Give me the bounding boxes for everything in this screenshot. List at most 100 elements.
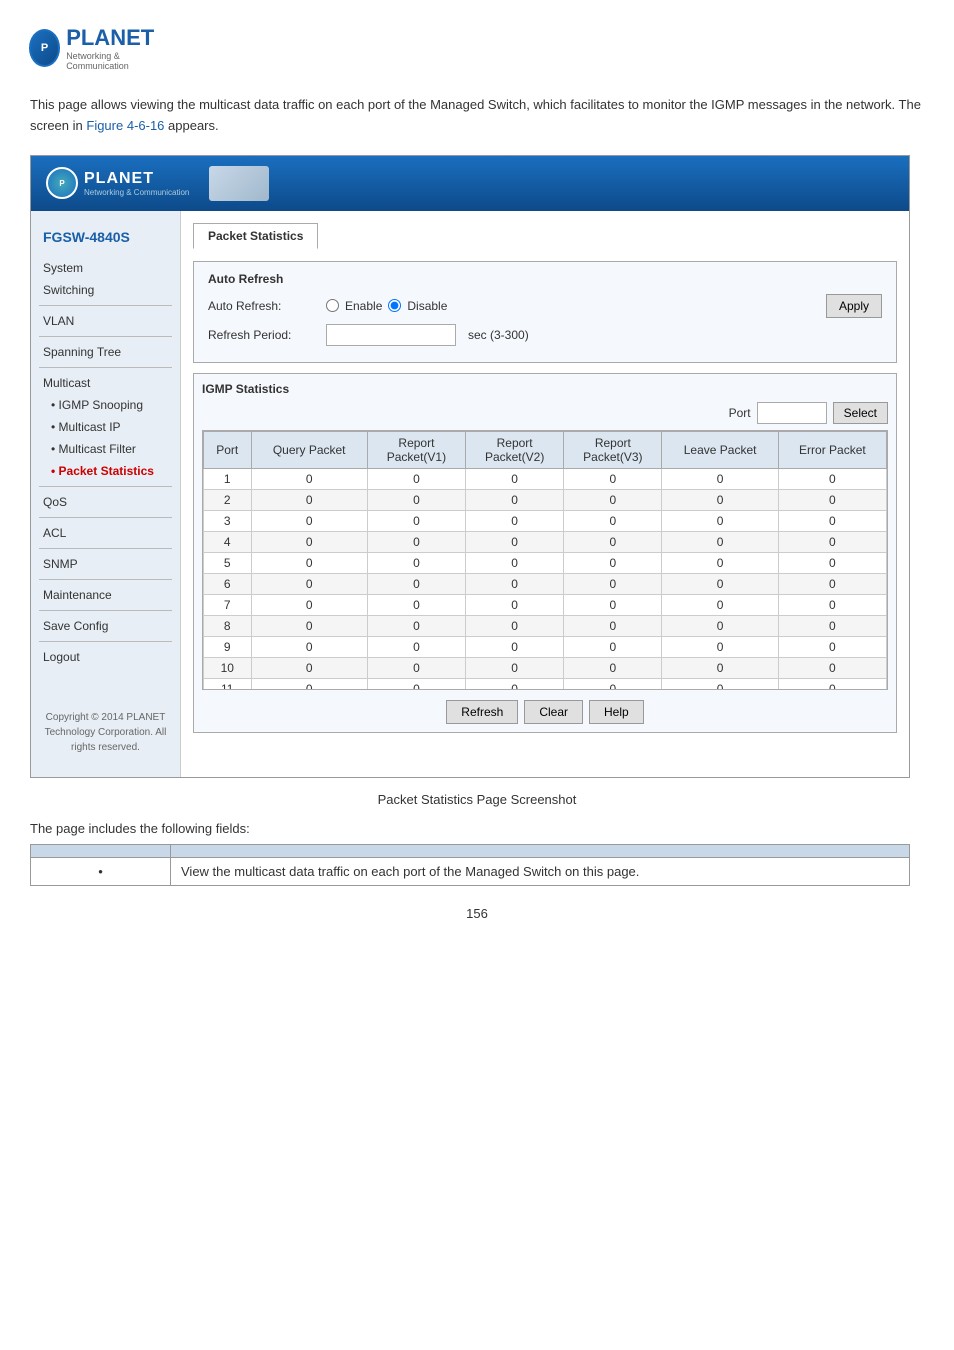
figure-link[interactable]: Figure 4-6-16 [86, 118, 164, 133]
table-cell: 1 [204, 468, 252, 489]
table-cell: 0 [662, 573, 778, 594]
sidebar-item-save-config[interactable]: Save Config [31, 615, 180, 637]
table-cell: 3 [204, 510, 252, 531]
table-cell: 0 [466, 636, 564, 657]
sidebar-item-multicast[interactable]: Multicast [31, 372, 180, 394]
table-cell: 0 [251, 573, 367, 594]
fields-col1-header [31, 844, 171, 857]
table-cell: 0 [367, 594, 465, 615]
table-cell: 10 [204, 657, 252, 678]
sidebar-item-switching[interactable]: Switching [31, 279, 180, 301]
fields-table: • View the multicast data traffic on eac… [30, 844, 910, 886]
table-cell: 0 [778, 636, 886, 657]
sidebar-divider-3 [39, 367, 172, 368]
tab-packet-statistics[interactable]: Packet Statistics [193, 223, 318, 249]
table-cell: 0 [367, 657, 465, 678]
col-header-error: Error Packet [778, 431, 886, 468]
panel-logo-text: PLANET [84, 170, 189, 188]
fields-table-body: • View the multicast data traffic on eac… [31, 857, 910, 885]
table-cell: 0 [466, 468, 564, 489]
enable-label: Enable [345, 299, 382, 313]
enable-radio[interactable] [326, 299, 339, 312]
table-cell: 0 [662, 531, 778, 552]
table-cell: 8 [204, 615, 252, 636]
col-header-report-v3: ReportPacket(V3) [564, 431, 662, 468]
main-content: Packet Statistics Auto Refresh Auto Refr… [181, 211, 909, 777]
disable-label: Disable [407, 299, 447, 313]
table-cell: 5 [204, 552, 252, 573]
table-row: 1000000 [204, 468, 887, 489]
table-cell: 0 [564, 468, 662, 489]
help-button[interactable]: Help [589, 700, 644, 724]
panel-logo: P PLANET Networking & Communication [46, 167, 189, 199]
logo-text: PLANET [66, 25, 161, 51]
table-cell: 0 [662, 678, 778, 690]
igmp-statistics-section: IGMP Statistics Port Select Port Quer [193, 373, 897, 733]
apply-button[interactable]: Apply [826, 294, 882, 318]
table-cell: 0 [367, 615, 465, 636]
table-cell: 0 [662, 615, 778, 636]
sidebar-item-qos[interactable]: QoS [31, 491, 180, 513]
top-logo-area: P PLANET Networking & Communication [30, 20, 924, 75]
table-row: 7000000 [204, 594, 887, 615]
col-header-report-v1: ReportPacket(V1) [367, 431, 465, 468]
tab-bar: Packet Statistics [193, 223, 897, 249]
clear-button[interactable]: Clear [524, 700, 583, 724]
fields-bullet-cell: • [31, 857, 171, 885]
table-cell: 0 [564, 573, 662, 594]
sidebar-item-snmp[interactable]: SNMP [31, 553, 180, 575]
table-cell: 0 [662, 594, 778, 615]
table-cell: 0 [466, 615, 564, 636]
refresh-period-label: Refresh Period: [208, 328, 318, 342]
table-row: 11000000 [204, 678, 887, 690]
table-row: 10000000 [204, 657, 887, 678]
sidebar-divider-8 [39, 610, 172, 611]
table-cell: 0 [564, 594, 662, 615]
sidebar-item-maintenance[interactable]: Maintenance [31, 584, 180, 606]
disable-radio[interactable] [388, 299, 401, 312]
table-cell: 0 [367, 552, 465, 573]
table-cell: 0 [778, 468, 886, 489]
sidebar-item-vlan[interactable]: VLAN [31, 310, 180, 332]
panel-logo-sub: Networking & Communication [84, 188, 189, 197]
table-cell: 0 [662, 468, 778, 489]
table-row: • View the multicast data traffic on eac… [31, 857, 910, 885]
table-cell: 0 [662, 657, 778, 678]
auto-refresh-label: Auto Refresh: [208, 299, 318, 313]
refresh-period-row: Refresh Period: sec (3-300) [208, 324, 882, 346]
button-row: Refresh Clear Help [202, 700, 888, 724]
table-cell: 0 [778, 573, 886, 594]
table-cell: 2 [204, 489, 252, 510]
sidebar-item-logout[interactable]: Logout [31, 646, 180, 668]
table-cell: 0 [564, 615, 662, 636]
refresh-button[interactable]: Refresh [446, 700, 518, 724]
table-cell: 0 [778, 615, 886, 636]
refresh-period-input[interactable] [326, 324, 456, 346]
sidebar-footer: Copyright © 2014 PLANET Technology Corpo… [31, 698, 180, 767]
table-cell: 11 [204, 678, 252, 690]
sidebar-item-packet-statistics[interactable]: • Packet Statistics [31, 460, 180, 482]
table-cell: 0 [466, 657, 564, 678]
port-filter-input[interactable] [757, 402, 827, 424]
sidebar-item-igmp-snooping[interactable]: • IGMP Snooping [31, 394, 180, 416]
sidebar-item-multicast-ip[interactable]: • Multicast IP [31, 416, 180, 438]
sec-hint: sec (3-300) [468, 328, 529, 342]
table-cell: 0 [564, 552, 662, 573]
panel-header: P PLANET Networking & Communication [31, 156, 909, 211]
igmp-title: IGMP Statistics [202, 382, 888, 396]
stats-table-container[interactable]: Port Query Packet ReportPacket(V1) Repor… [202, 430, 888, 690]
sidebar-item-multicast-filter[interactable]: • Multicast Filter [31, 438, 180, 460]
table-cell: 0 [367, 573, 465, 594]
select-button[interactable]: Select [833, 402, 888, 424]
table-cell: 0 [778, 552, 886, 573]
table-cell: 9 [204, 636, 252, 657]
table-cell: 0 [564, 531, 662, 552]
panel-logo-icon: P [46, 167, 78, 199]
sidebar-item-acl[interactable]: ACL [31, 522, 180, 544]
col-header-report-v2: ReportPacket(V2) [466, 431, 564, 468]
table-cell: 0 [564, 510, 662, 531]
stats-table-head: Port Query Packet ReportPacket(V1) Repor… [204, 431, 887, 468]
sidebar-item-spanning-tree[interactable]: Spanning Tree [31, 341, 180, 363]
sidebar-item-system[interactable]: System [31, 257, 180, 279]
sidebar-device-title: FGSW-4840S [31, 221, 180, 257]
